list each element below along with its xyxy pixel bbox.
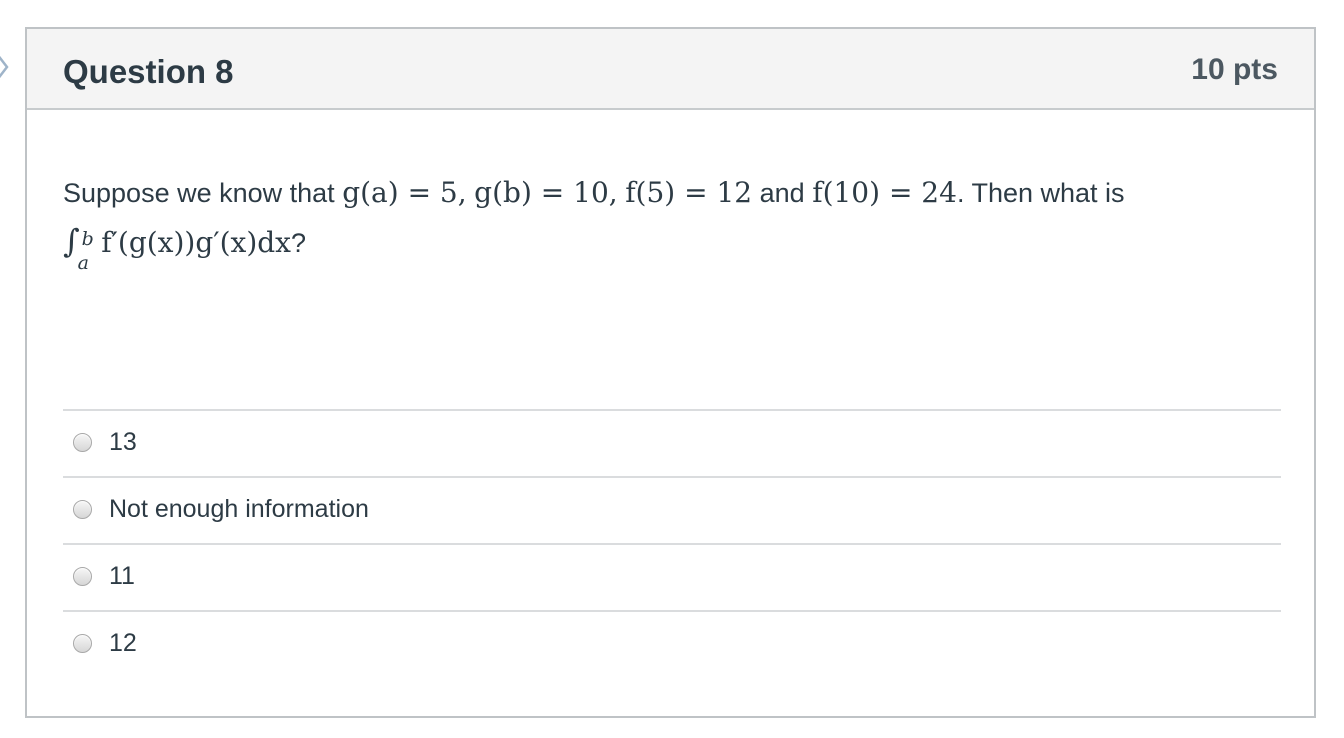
answer-label: 11 [109,562,135,590]
radio-button[interactable] [73,634,92,653]
radio-button[interactable] [73,500,92,519]
math-f-10: f(10) = 24 [812,176,957,209]
question-title: Question 8 [63,53,234,90]
question-text-intro: Suppose we know that [63,178,335,208]
math-g-a: g(a) = 5, [342,176,467,209]
answer-label: 13 [109,428,137,456]
question-mark: ? [290,228,306,258]
question-header: Question 8 10 pts [27,29,1314,110]
chevron-right-icon[interactable] [0,52,10,82]
answer-option[interactable]: Not enough information [63,476,1281,543]
question-card: Question 8 10 pts Suppose we know that g… [25,27,1316,718]
question-text: Suppose we know that g(a) = 5, g(b) = 10… [63,169,1283,274]
answer-label: Not enough information [109,495,369,523]
math-integrand: f′(g(x))g′(x)dx [101,226,291,259]
radio-button[interactable] [73,433,92,452]
answer-option[interactable]: 13 [63,409,1281,476]
question-points: 10 pts [1191,53,1278,86]
integral-limits: ba [78,228,94,274]
math-f-5: f(5) = 12 [625,176,753,209]
math-g-b: g(b) = 10, [474,176,618,209]
question-text-then: . Then what is [956,178,1125,208]
answer-list: 13 Not enough information 11 12 [63,409,1281,677]
question-text-and: and [759,178,805,208]
answer-option[interactable]: 11 [63,543,1281,610]
quiz-page: Question 8 10 pts Suppose we know that g… [0,0,1344,738]
answer-label: 12 [109,629,137,657]
answer-option[interactable]: 12 [63,610,1281,677]
integral-lower-limit: a [77,251,89,274]
radio-button[interactable] [73,567,92,586]
